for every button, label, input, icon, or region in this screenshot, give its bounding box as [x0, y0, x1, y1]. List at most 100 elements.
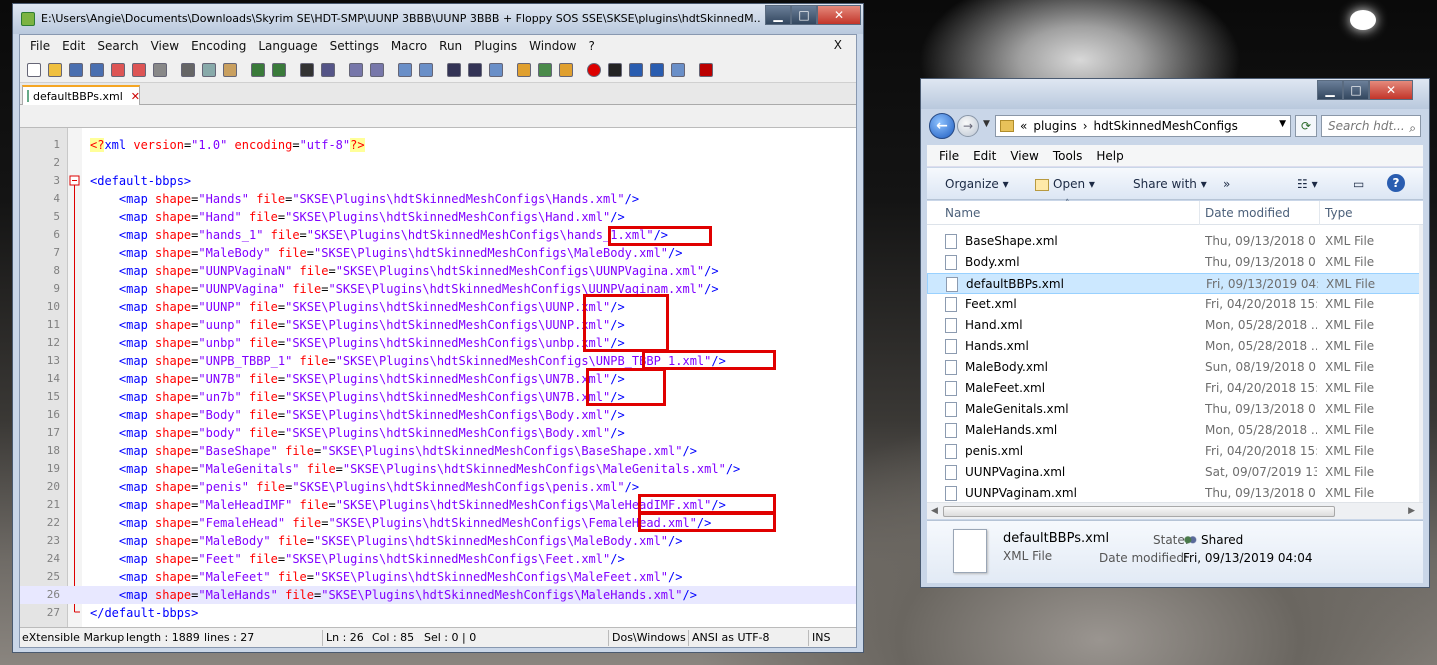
zoom-in-icon[interactable]	[346, 60, 366, 80]
code-line[interactable]: 24 <map shape="Feet" file="SKSE\Plugins\…	[20, 550, 856, 568]
explorer-maximize-button[interactable]: □	[1343, 80, 1369, 100]
npp-menu-macro[interactable]: Macro	[385, 39, 433, 53]
code-line[interactable]: 23 <map shape="MaleBody" file="SKSE\Plug…	[20, 532, 856, 550]
npp-menu-run[interactable]: Run	[433, 39, 468, 53]
play-macro-icon[interactable]	[626, 60, 646, 80]
code-line[interactable]: 9 <map shape="UUNPVagina" file="SKSE\Plu…	[20, 280, 856, 298]
code-line[interactable]: 11 <map shape="uunp" file="SKSE\Plugins\…	[20, 316, 856, 334]
code-line[interactable]: 17 <map shape="body" file="SKSE\Plugins\…	[20, 424, 856, 442]
folder-as-workspace-icon[interactable]	[556, 60, 576, 80]
breadcrumb-overflow[interactable]: «	[1020, 119, 1027, 133]
explorer-menu-file[interactable]: File	[939, 149, 959, 163]
code-line[interactable]: 19 <map shape="MaleGenitals" file="SKSE\…	[20, 460, 856, 478]
code-line[interactable]: 3 <default-bbps>	[20, 172, 856, 190]
scroll-right-icon[interactable]: ▶	[1408, 506, 1415, 516]
save-macro-icon[interactable]	[668, 60, 688, 80]
file-row[interactable]: Feet.xml Fri, 04/20/2018 15:... XML File	[927, 294, 1423, 315]
file-row[interactable]: BaseShape.xml Thu, 09/13/2018 0... XML Fil…	[927, 231, 1423, 252]
code-line[interactable]: 1 <?xml version="1.0" encoding="utf-8"?>	[20, 136, 856, 154]
undo-icon[interactable]	[248, 60, 268, 80]
code-line[interactable]: 18 <map shape="BaseShape" file="SKSE\Plu…	[20, 442, 856, 460]
find-icon[interactable]	[297, 60, 317, 80]
npp-menu-language[interactable]: Language	[252, 39, 323, 53]
save-icon[interactable]	[66, 60, 86, 80]
code-line[interactable]: 10 <map shape="UUNP" file="SKSE\Plugins\…	[20, 298, 856, 316]
explorer-menu-edit[interactable]: Edit	[973, 149, 996, 163]
code-line[interactable]: 14 <map shape="UN7B" file="SKSE\Plugins\…	[20, 370, 856, 388]
forward-button[interactable]: →	[957, 115, 979, 137]
column-name[interactable]: Name	[945, 206, 980, 220]
copy-icon[interactable]	[199, 60, 219, 80]
code-line[interactable]: 8 <map shape="UUNPVaginaN" file="SKSE\Pl…	[20, 262, 856, 280]
function-list-icon[interactable]	[535, 60, 555, 80]
npp-menu-view[interactable]: View	[145, 39, 185, 53]
code-line[interactable]: 4 <map shape="Hands" file="SKSE\Plugins\…	[20, 190, 856, 208]
scroll-left-icon[interactable]: ◀	[931, 506, 938, 516]
file-row[interactable]: UUNPVaginam.xml Thu, 09/13/2018 0... XML F…	[927, 483, 1423, 504]
npp-doc-close-x[interactable]: X	[828, 38, 848, 52]
file-row[interactable]: UUNPVagina.xml Sat, 09/07/2019 13... XML F…	[927, 462, 1423, 483]
sync-vertical-icon[interactable]	[395, 60, 415, 80]
npp-menu-edit[interactable]: Edit	[56, 39, 91, 53]
code-line[interactable]: 26 <map shape="MaleHands" file="SKSE\Plu…	[20, 586, 856, 604]
search-input[interactable]: Search hdt... ⌕	[1321, 115, 1421, 137]
explorer-titlebar[interactable]: ▁ □ ✕	[921, 79, 1429, 109]
new-file-icon[interactable]	[24, 60, 44, 80]
paste-icon[interactable]	[220, 60, 240, 80]
open-file-icon[interactable]	[45, 60, 65, 80]
run-macro-multiple-icon[interactable]	[647, 60, 667, 80]
vertical-scrollbar[interactable]	[1419, 225, 1423, 502]
code-line[interactable]: 6 <map shape="hands_1" file="SKSE\Plugin…	[20, 226, 856, 244]
word-wrap-icon[interactable]	[444, 60, 464, 80]
file-row[interactable]: defaultBBPs.xml Fri, 09/13/2019 04:... XML…	[927, 273, 1423, 294]
breadcrumb-hdtskinnedmeshconfigs[interactable]: hdtSkinnedMeshConfigs	[1094, 119, 1238, 133]
explorer-menu-view[interactable]: View	[1010, 149, 1038, 163]
npp-menu-window[interactable]: Window	[523, 39, 582, 53]
code-line[interactable]: 27 </default-bbps>	[20, 604, 856, 622]
npp-titlebar[interactable]: E:\Users\Angie\Documents\Downloads\Skyri…	[13, 4, 863, 34]
code-line[interactable]: 15 <map shape="un7b" file="SKSE\Plugins\…	[20, 388, 856, 406]
file-row[interactable]: Hands.xml Mon, 05/28/2018 ... XML File	[927, 336, 1423, 357]
code-line[interactable]: 7 <map shape="MaleBody" file="SKSE\Plugi…	[20, 244, 856, 262]
doc-map-icon[interactable]	[514, 60, 534, 80]
zoom-out-icon[interactable]	[367, 60, 387, 80]
file-row[interactable]: MaleFeet.xml Fri, 04/20/2018 15:... XML Fi…	[927, 378, 1423, 399]
file-row[interactable]: penis.xml Fri, 04/20/2018 15:... XML File	[927, 441, 1423, 462]
share-with-button[interactable]: Share with ▾	[1133, 177, 1207, 191]
scroll-thumb[interactable]	[943, 506, 1335, 517]
npp-minimize-button[interactable]: ▁	[765, 5, 791, 25]
breadcrumb-separator[interactable]: ›	[1083, 119, 1088, 133]
code-line[interactable]: 2	[20, 154, 856, 172]
close-all-icon[interactable]	[129, 60, 149, 80]
view-options-icon[interactable]: ☷ ▾	[1297, 177, 1318, 191]
file-row[interactable]: Hand.xml Mon, 05/28/2018 ... XML File	[927, 315, 1423, 336]
explorer-minimize-button[interactable]: ▁	[1317, 80, 1343, 100]
tab-defaultbbps[interactable]: defaultBBPs.xml ✕	[22, 85, 140, 105]
code-line[interactable]: 5 <map shape="Hand" file="SKSE\Plugins\h…	[20, 208, 856, 226]
npp-menu-file[interactable]: File	[24, 39, 56, 53]
show-all-chars-icon[interactable]	[465, 60, 485, 80]
address-bar[interactable]: « plugins › hdtSkinnedMeshConfigs ▼	[995, 115, 1291, 137]
print-icon[interactable]	[150, 60, 170, 80]
explorer-menu-tools[interactable]: Tools	[1053, 149, 1083, 163]
npp-maximize-button[interactable]: □	[791, 5, 817, 25]
npp-menu-encoding[interactable]: Encoding	[185, 39, 252, 53]
column-date-modified[interactable]: Date modified	[1205, 206, 1290, 220]
open-button[interactable]: Open ▾	[1035, 177, 1095, 191]
stop-record-icon[interactable]	[605, 60, 625, 80]
code-line[interactable]: 16 <map shape="Body" file="SKSE\Plugins\…	[20, 406, 856, 424]
replace-icon[interactable]	[318, 60, 338, 80]
breadcrumb-plugins[interactable]: plugins	[1033, 119, 1076, 133]
code-line[interactable]: 25 <map shape="MaleFeet" file="SKSE\Plug…	[20, 568, 856, 586]
back-button[interactable]: ←	[929, 113, 955, 139]
more-commands-button[interactable]: »	[1223, 177, 1230, 191]
refresh-icon[interactable]: ⟳	[1295, 115, 1317, 137]
npp-menu-plugins[interactable]: Plugins	[468, 39, 523, 53]
cut-icon[interactable]	[178, 60, 198, 80]
redo-icon[interactable]	[269, 60, 289, 80]
code-editor[interactable]: 1 <?xml version="1.0" encoding="utf-8"?> 2…	[20, 127, 856, 629]
recent-pages-dropdown-icon[interactable]: ▼	[983, 119, 990, 129]
close-icon[interactable]	[108, 60, 128, 80]
file-row[interactable]: MaleHands.xml Mon, 05/28/2018 ... XML File	[927, 420, 1423, 441]
npp-menu-help[interactable]: ?	[582, 39, 600, 53]
